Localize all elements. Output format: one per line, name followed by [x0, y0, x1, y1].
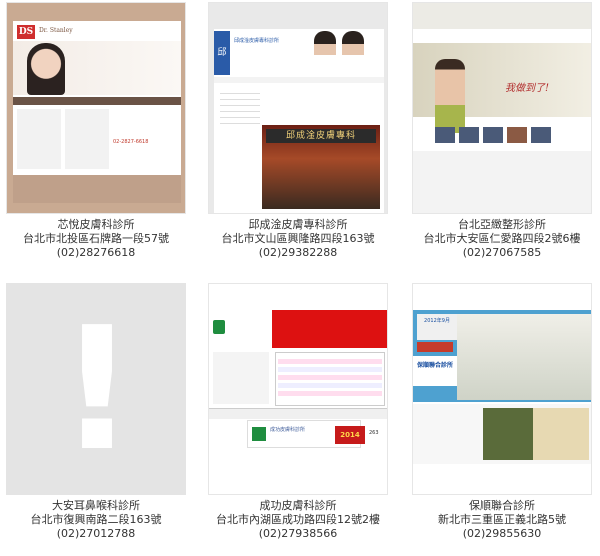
- clinic-address: 台北市文山區興隆路四段163號: [221, 232, 375, 245]
- gallery-thumb: [507, 127, 527, 143]
- interior-photo: [457, 314, 591, 400]
- clinic-card[interactable]: 2012年9月 保順聯合診所 保順聯合診所 新北市三重區正義北路5號 (02)2…: [412, 283, 592, 541]
- header-text: 邱成淦皮膚專科診所: [234, 38, 280, 44]
- clinic-phone: (02)28276618: [56, 246, 136, 259]
- promo-tab: [417, 342, 453, 352]
- hero-banner: 我做到了!: [413, 43, 591, 133]
- clinic-phone: (02)27067585: [462, 246, 542, 259]
- clinic-name[interactable]: 保順聯合診所: [412, 499, 592, 513]
- clinic-name[interactable]: 台北亞緻整形診所: [412, 218, 592, 232]
- clinic-thumbnail[interactable]: DS Dr. Stanley 02-2827-6618: [6, 2, 186, 214]
- clinic-phone: (02)27012788: [56, 527, 136, 540]
- clinic-phone: (02)29855630: [462, 527, 542, 540]
- clinic-phone: (02)29382288: [258, 246, 338, 259]
- gallery-thumb: [531, 127, 551, 143]
- brand-text: Dr. Stanley: [39, 27, 73, 34]
- storefront-photo: 邱成淦皮膚專科: [262, 125, 380, 209]
- divider: [209, 408, 387, 419]
- gallery-thumb: [435, 127, 455, 143]
- clinic-thumbnail[interactable]: !: [6, 283, 186, 495]
- clinic-card[interactable]: 我做到了! 台北亞緻整形診所 台北市大安區仁愛路四段2號6樓 (02)27067…: [412, 2, 592, 260]
- content-area: [413, 151, 591, 213]
- column: [65, 109, 109, 169]
- clinic-card[interactable]: 成功皮膚科診所 2014 263 成功皮膚科診所 台北市內湖區成功路四段12號2…: [208, 283, 388, 541]
- clinic-caption: 邱成淦皮膚專科診所 台北市文山區興隆路四段163號 (02)29382288: [208, 218, 388, 260]
- clinic-phone: (02)27938566: [258, 527, 338, 540]
- clinic-logo: [213, 320, 225, 334]
- website-preview: 邱 邱成淦皮膚專科診所 邱成淦皮膚專科: [214, 29, 384, 213]
- calendar: [220, 89, 260, 129]
- clinic-logo-text: 保順聯合診所: [417, 362, 454, 369]
- clinic-address: 台北市北投區石牌路一段57號: [23, 232, 169, 245]
- facebook-page-name: 成功皮膚科診所: [270, 427, 306, 433]
- clinic-caption: 保順聯合診所 新北市三重區正義北路5號 (02)29855630: [412, 499, 592, 541]
- clinic-caption: 芯悅皮膚科診所 台北市北投區石牌路一段57號 (02)28276618: [6, 218, 186, 260]
- clinic-thumbnail[interactable]: 成功皮膚科診所 2014 263: [208, 283, 388, 495]
- photo-block: [533, 408, 589, 460]
- clinic-thumbnail[interactable]: 邱 邱成淦皮膚專科診所 邱成淦皮膚專科: [208, 2, 388, 214]
- column: [17, 109, 61, 169]
- clinic-caption: 台北亞緻整形診所 台北市大安區仁愛路四段2號6樓 (02)27067585: [412, 218, 592, 260]
- clinic-caption: 成功皮膚科診所 台北市內湖區成功路四段12號2樓 (02)27938566: [208, 499, 388, 541]
- gallery-thumb: [483, 127, 503, 143]
- ds-logo: DS: [17, 25, 35, 39]
- clinic-card[interactable]: ! 大安耳鼻喉科診所 台北市復興南路二段163號 (02)27012788: [6, 283, 186, 541]
- clinic-name[interactable]: 成功皮膚科診所: [208, 499, 388, 513]
- clinic-address: 台北市復興南路二段163號: [30, 513, 162, 526]
- sidebar: [213, 352, 269, 404]
- clinic-name[interactable]: 芯悅皮膚科診所: [6, 218, 186, 232]
- nav-bar: [13, 97, 181, 105]
- schedule-table: [275, 352, 385, 406]
- clinic-card[interactable]: 邱 邱成淦皮膚專科診所 邱成淦皮膚專科 邱成淦皮膚專科診所 台北市文山區興隆路四…: [208, 2, 388, 260]
- clinic-address: 新北市三重區正義北路5號: [438, 513, 566, 526]
- hero-banner: [13, 41, 181, 95]
- model-photo: [27, 43, 65, 95]
- footer: [13, 175, 181, 203]
- doctor-photo: [314, 31, 336, 75]
- like-count: 263: [369, 430, 379, 436]
- header-banner: [209, 310, 387, 348]
- clinic-grid: DS Dr. Stanley 02-2827-6618 芯悅皮膚科診所 台北市北…: [0, 0, 600, 556]
- slogan: 我做到了!: [505, 83, 550, 94]
- gallery-thumb: [459, 127, 479, 143]
- clinic-thumbnail[interactable]: 2012年9月 保順聯合診所: [412, 283, 592, 495]
- doctor-photo: [342, 31, 364, 75]
- website-preview: DS Dr. Stanley 02-2827-6618: [13, 21, 181, 203]
- model-photo: [435, 59, 465, 133]
- placeholder-exclamation-icon: !: [58, 291, 136, 489]
- date-banner: 2012年9月: [417, 314, 457, 340]
- clinic-caption: 大安耳鼻喉科診所 台北市復興南路二段163號 (02)27012788: [6, 499, 186, 541]
- phone-text: 02-2827-6618: [113, 139, 149, 145]
- clinic-name[interactable]: 大安耳鼻喉科診所: [6, 499, 186, 513]
- clinic-logo: 邱: [214, 31, 230, 75]
- clinic-address: 台北市內湖區成功路四段12號2樓: [216, 513, 380, 526]
- storefront-sign: 邱成淦皮膚專科: [266, 129, 376, 143]
- clinic-card[interactable]: DS Dr. Stanley 02-2827-6618 芯悅皮膚科診所 台北市北…: [6, 2, 186, 260]
- promo-badge: 2014: [335, 426, 365, 444]
- website-preview: 我做到了!: [413, 29, 591, 213]
- nav-bar: [214, 77, 384, 83]
- clinic-name[interactable]: 邱成淦皮膚專科診所: [208, 218, 388, 232]
- clinic-thumbnail[interactable]: 我做到了!: [412, 2, 592, 214]
- clinic-address: 台北市大安區仁愛路四段2號6樓: [423, 232, 581, 245]
- avatar: [252, 427, 266, 441]
